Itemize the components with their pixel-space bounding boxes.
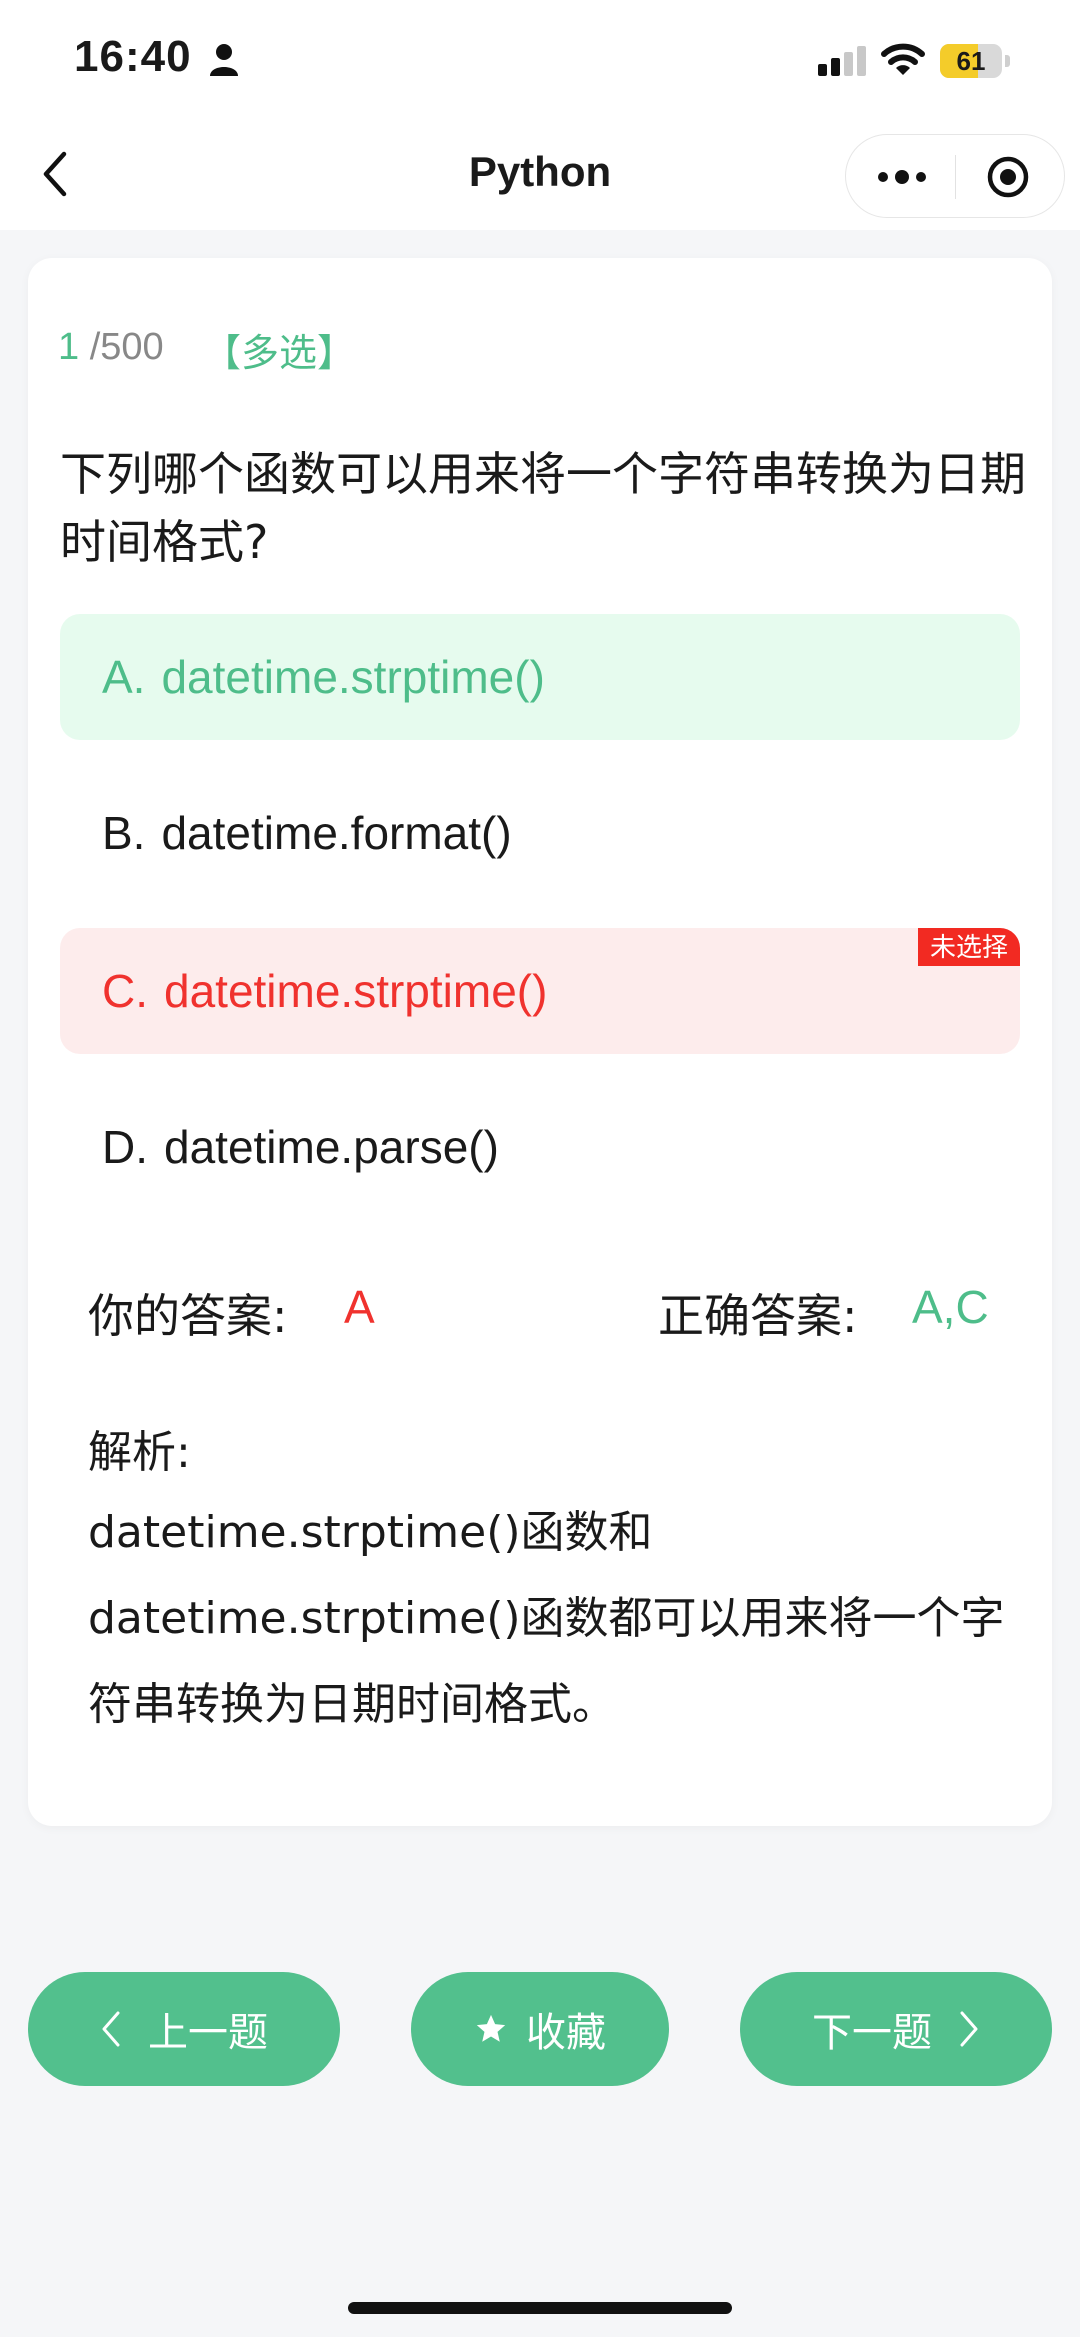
person-icon	[210, 44, 238, 76]
capsule-divider	[955, 155, 956, 199]
battery-nub	[1005, 55, 1010, 67]
your-answer-label: 你的答案:	[88, 1289, 288, 1343]
favorite-label: 收藏	[526, 2010, 606, 2056]
option-c[interactable]: C. datetime.strptime() 未选择	[60, 928, 1020, 1054]
option-b[interactable]: B. datetime.format()	[60, 770, 1020, 896]
battery-body: 61	[940, 44, 1002, 78]
battery-level: 61	[956, 46, 986, 76]
wifi-icon	[881, 43, 925, 75]
your-answer-value: A	[344, 1281, 375, 1333]
option-text: datetime.format()	[161, 807, 512, 859]
status-time: 16:40	[74, 32, 192, 81]
mini-program-capsule	[845, 134, 1065, 218]
option-letter: A.	[102, 651, 146, 703]
option-letter: D.	[102, 1121, 148, 1173]
question-progress: 1 /500	[58, 326, 164, 369]
option-letter: C.	[102, 965, 148, 1017]
analysis-title: 解析:	[88, 1427, 191, 1478]
correct-answer-value: A,C	[912, 1281, 989, 1333]
prev-question-button[interactable]: 上一题	[28, 1972, 340, 2086]
correct-answer-label: 正确答案:	[658, 1289, 858, 1343]
favorite-button[interactable]: 收藏	[411, 1972, 669, 2086]
nav-bar: Python	[0, 120, 1080, 230]
question-type: 【多选】	[203, 331, 356, 375]
quiz-page: 16:40 61 Python 1 /500 【多选】 下列哪个函数可以用来将一…	[0, 0, 1080, 2337]
status-bar: 16:40 61	[0, 0, 1080, 120]
option-text: datetime.strptime()	[161, 651, 545, 703]
option-text: datetime.parse()	[164, 1121, 499, 1173]
chevron-right-icon	[960, 2011, 978, 2047]
next-question-label: 下一题	[812, 2010, 932, 2056]
progress-current: 1	[58, 326, 80, 368]
unselected-tag: 未选择	[917, 928, 1020, 966]
more-icon[interactable]	[876, 165, 928, 189]
option-letter: B.	[102, 807, 146, 859]
answer-summary: 你的答案: A 正确答案: A,C	[88, 1280, 1008, 1350]
signal-icon	[818, 46, 866, 76]
question-card: 1 /500 【多选】 下列哪个函数可以用来将一个字符串转换为日期时间格式? A…	[28, 258, 1052, 1826]
target-icon[interactable]	[986, 155, 1030, 199]
chevron-left-icon	[102, 2011, 120, 2047]
option-d[interactable]: D. datetime.parse()	[60, 1084, 1020, 1210]
question-text: 下列哪个函数可以用来将一个字符串转换为日期时间格式?	[60, 447, 1026, 569]
analysis-text: datetime.strptime()函数和datetime.strptime(…	[88, 1507, 1005, 1730]
option-text: datetime.strptime()	[164, 965, 548, 1017]
progress-total: /500	[89, 326, 164, 368]
next-question-button[interactable]: 下一题	[740, 1972, 1052, 2086]
prev-question-label: 上一题	[148, 2010, 268, 2056]
star-icon	[476, 2014, 506, 2042]
option-a[interactable]: A. datetime.strptime()	[60, 614, 1020, 740]
battery-icon: 61	[940, 44, 1010, 78]
home-indicator[interactable]	[348, 2302, 732, 2314]
